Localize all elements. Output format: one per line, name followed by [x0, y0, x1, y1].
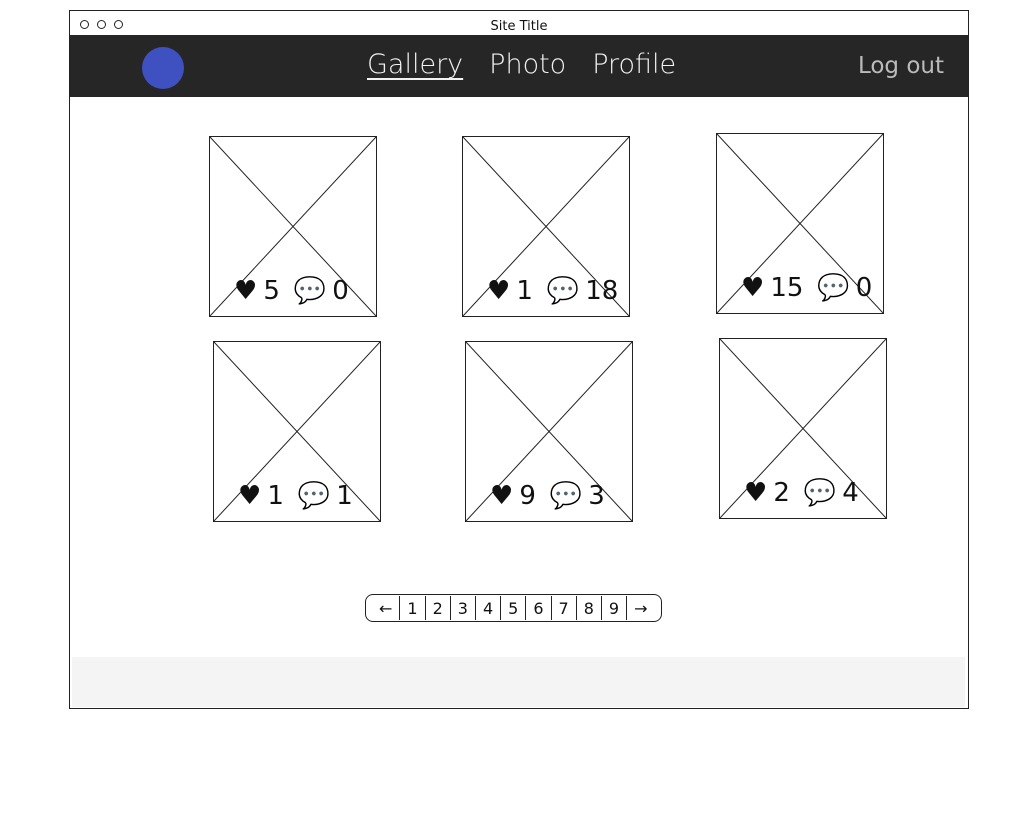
comment-count: 4 [842, 478, 859, 508]
photo-tile[interactable]: ♥ 2 💬 4 [719, 338, 887, 519]
photo-stats: ♥ 2 💬 4 [744, 480, 867, 506]
page-link[interactable]: 2 [426, 596, 451, 620]
comment-count: 18 [585, 276, 619, 306]
like-count: 5 [263, 276, 280, 306]
page-link[interactable]: 3 [451, 596, 476, 620]
heart-icon[interactable]: ♥ [744, 480, 767, 506]
photo-stats: ♥ 15 💬 0 [741, 275, 880, 301]
photo-tile[interactable]: ♥ 9 💬 3 [465, 341, 633, 522]
comment-count: 3 [588, 481, 605, 511]
like-count: 1 [267, 481, 284, 511]
like-count: 15 [770, 273, 804, 303]
photo-tile[interactable]: ♥ 1 💬 18 [462, 136, 630, 317]
page-link[interactable]: 1 [400, 596, 426, 620]
photo-stats: ♥ 5 💬 0 [234, 278, 357, 304]
footer [72, 657, 965, 707]
photo-tile[interactable]: ♥ 1 💬 1 [213, 341, 381, 522]
prev-page-arrow-icon[interactable]: ← [372, 596, 401, 620]
comment-icon[interactable]: 💬 [817, 275, 849, 301]
comment-count: 0 [855, 273, 873, 303]
like-count: 9 [519, 481, 536, 511]
page-link[interactable]: 5 [501, 596, 527, 620]
photo-stats: ♥ 1 💬 1 [238, 483, 361, 509]
like-count: 2 [773, 478, 790, 508]
page-link[interactable]: 9 [602, 596, 628, 620]
photo-tile[interactable]: ♥ 15 💬 0 [716, 133, 884, 314]
comment-icon[interactable]: 💬 [294, 278, 326, 304]
like-count: 1 [516, 276, 533, 306]
pagination: ← 1 2 3 4 5 6 7 8 9 → [365, 594, 662, 622]
comment-icon[interactable]: 💬 [298, 483, 330, 509]
heart-icon[interactable]: ♥ [741, 275, 764, 301]
comment-icon[interactable]: 💬 [804, 480, 836, 506]
comment-icon[interactable]: 💬 [550, 483, 582, 509]
comment-count: 0 [332, 276, 349, 306]
comment-count: 1 [336, 481, 353, 511]
heart-icon[interactable]: ♥ [238, 483, 261, 509]
comment-icon[interactable]: 💬 [547, 278, 579, 304]
photo-tile[interactable]: ♥ 5 💬 0 [209, 136, 377, 317]
page-link[interactable]: 7 [552, 596, 577, 620]
heart-icon[interactable]: ♥ [234, 278, 257, 304]
heart-icon[interactable]: ♥ [490, 483, 513, 509]
next-page-arrow-icon[interactable]: → [627, 596, 654, 620]
browser-window: Site Title Gallery Photo Profile Log out… [69, 10, 969, 709]
heart-icon[interactable]: ♥ [487, 278, 510, 304]
page-link[interactable]: 6 [526, 596, 552, 620]
photo-stats: ♥ 9 💬 3 [490, 483, 613, 509]
photo-stats: ♥ 1 💬 18 [487, 278, 626, 304]
page-link[interactable]: 8 [577, 596, 602, 620]
page-link[interactable]: 4 [476, 596, 502, 620]
